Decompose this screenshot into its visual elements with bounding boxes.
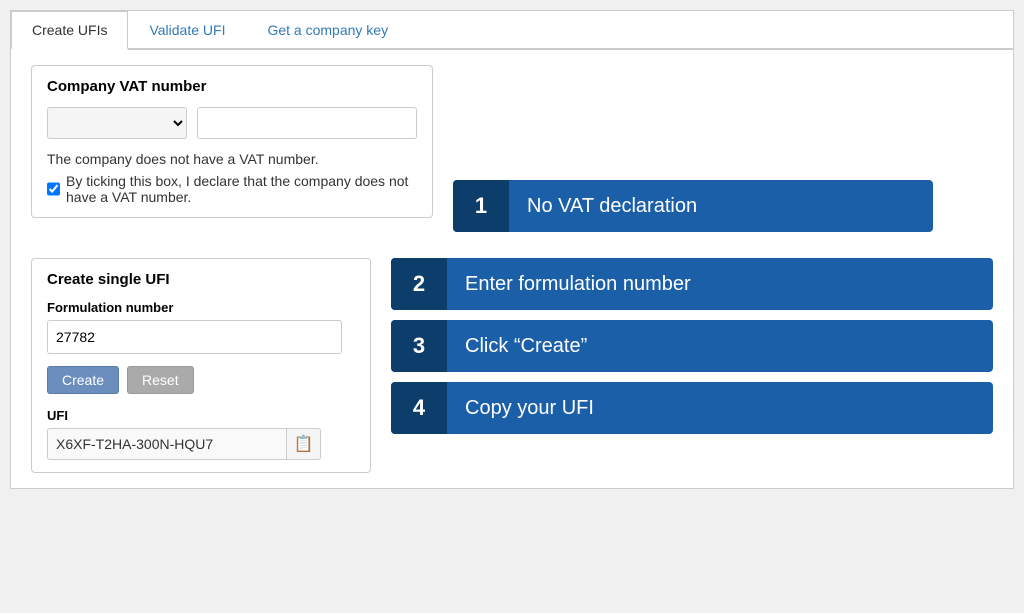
ufi-output-input[interactable]	[47, 428, 287, 460]
copy-icon: 📋	[294, 434, 314, 454]
vat-number-input[interactable]	[197, 107, 417, 139]
vat-row: Company VAT number The company does not …	[31, 65, 993, 238]
callout-1: 1 No VAT declaration	[453, 180, 933, 232]
formulation-input[interactable]	[47, 320, 342, 354]
callout-3: 3 Click “Create”	[391, 320, 993, 372]
ufi-output-row: 📋	[47, 428, 355, 460]
callout-2-number: 2	[391, 258, 447, 310]
callout-1-text: No VAT declaration	[509, 195, 715, 218]
vat-inputs-row	[47, 107, 417, 139]
callout-4-text: Copy your UFI	[447, 397, 612, 420]
callout-3-number: 3	[391, 320, 447, 372]
callout-4: 4 Copy your UFI	[391, 382, 993, 434]
create-button[interactable]: Create	[47, 366, 119, 394]
ufi-label: UFI	[47, 408, 355, 423]
vat-country-select[interactable]	[47, 107, 187, 139]
vat-section: Company VAT number The company does not …	[31, 65, 433, 238]
ufi-two-col: Create single UFI Formulation number Cre…	[31, 258, 993, 473]
ufi-copy-button[interactable]: 📋	[287, 428, 321, 460]
vat-box: Company VAT number The company does not …	[31, 65, 433, 218]
no-vat-checkbox-row: By ticking this box, I declare that the …	[47, 173, 417, 205]
ufi-left-col: Create single UFI Formulation number Cre…	[31, 258, 371, 473]
callout-3-text: Click “Create”	[447, 335, 605, 358]
single-ufi-title: Create single UFI	[47, 271, 355, 288]
vat-callout-col: 1 No VAT declaration	[453, 65, 993, 238]
action-buttons: Create Reset	[47, 366, 355, 394]
tab-validate-ufi[interactable]: Validate UFI	[128, 11, 246, 48]
vat-title: Company VAT number	[47, 78, 417, 95]
tab-get-company-key[interactable]: Get a company key	[246, 11, 409, 48]
tabs-bar: Create UFIs Validate UFI Get a company k…	[11, 11, 1013, 50]
callout-2: 2 Enter formulation number	[391, 258, 993, 310]
no-vat-checkbox[interactable]	[47, 182, 60, 196]
callout-2-text: Enter formulation number	[447, 273, 709, 296]
single-ufi-section: Create single UFI Formulation number Cre…	[31, 258, 371, 473]
tab-create-ufis[interactable]: Create UFIs	[11, 11, 128, 50]
ufi-right-col: 2 Enter formulation number 3 Click “Crea…	[391, 258, 993, 473]
content-area: Company VAT number The company does not …	[11, 50, 1013, 488]
callout-4-number: 4	[391, 382, 447, 434]
formulation-label: Formulation number	[47, 300, 355, 315]
reset-button[interactable]: Reset	[127, 366, 194, 394]
no-vat-text: The company does not have a VAT number.	[47, 151, 417, 167]
no-vat-checkbox-label: By ticking this box, I declare that the …	[66, 173, 417, 205]
callout-1-number: 1	[453, 180, 509, 232]
main-container: Create UFIs Validate UFI Get a company k…	[10, 10, 1014, 489]
